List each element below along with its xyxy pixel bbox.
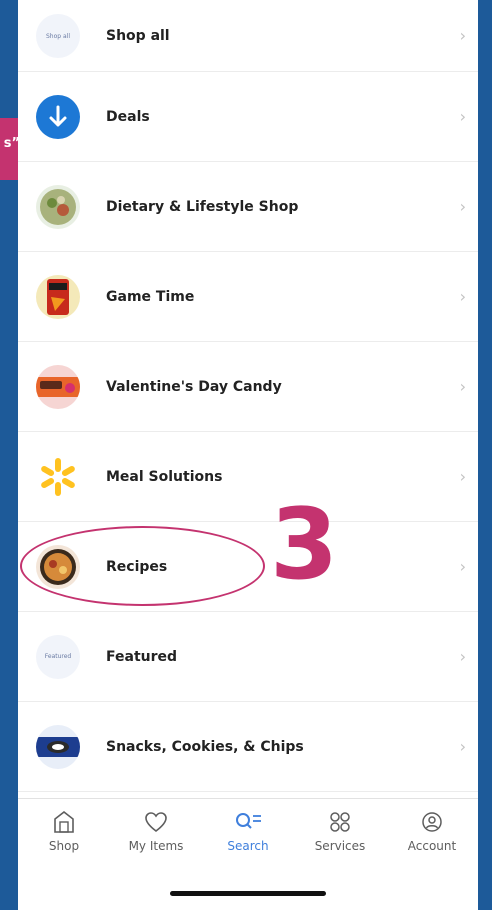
chevron-right-icon: ›	[459, 737, 466, 756]
list-item-dietary[interactable]: Dietary & Lifestyle Shop ›	[18, 162, 478, 252]
list-item-meal-solutions[interactable]: Meal Solutions ›	[18, 432, 478, 522]
tab-label: My Items	[128, 839, 184, 853]
chips-bag-icon	[36, 274, 80, 319]
salad-bowl-icon	[36, 184, 80, 229]
bottom-tab-bar: Shop My Items Search Services Account	[18, 798, 478, 910]
services-icon	[294, 807, 386, 837]
chevron-right-icon: ›	[459, 467, 466, 486]
list-item-label: Snacks, Cookies, & Chips	[106, 738, 304, 755]
tab-label: Shop	[48, 839, 80, 853]
tab-label: Account	[407, 839, 457, 853]
candy-package-icon	[36, 364, 80, 409]
down-arrow-icon	[36, 94, 80, 139]
chevron-right-icon: ›	[459, 197, 466, 216]
list-item-label: Dietary & Lifestyle Shop	[106, 198, 299, 215]
tab-search[interactable]: Search	[202, 807, 294, 853]
chevron-right-icon: ›	[459, 557, 466, 576]
tab-label: Services	[314, 839, 366, 853]
shop-all-icon: Shop all	[36, 14, 80, 58]
chevron-right-icon: ›	[459, 647, 466, 666]
tab-my-items[interactable]: My Items	[110, 807, 202, 853]
walmart-spark-icon	[36, 454, 80, 499]
list-item-snacks[interactable]: Snacks, Cookies, & Chips ›	[18, 702, 478, 792]
phone-screen: Shop all Shop all › Deals › Dietary & Li…	[18, 0, 478, 910]
tab-label: Search	[227, 839, 269, 853]
shop-all-thumb-text: Shop all	[45, 32, 70, 40]
account-icon	[386, 807, 478, 837]
list-item-label: Deals	[106, 108, 150, 125]
chevron-right-icon: ›	[459, 377, 466, 396]
list-item-label: Shop all	[106, 27, 170, 44]
chevron-right-icon: ›	[459, 26, 466, 45]
shop-icon	[18, 807, 110, 837]
tab-services[interactable]: Services	[294, 807, 386, 853]
tab-account[interactable]: Account	[386, 807, 478, 853]
list-item-featured[interactable]: Featured Featured ›	[18, 612, 478, 702]
search-icon	[202, 807, 294, 837]
featured-thumb-text: Featured	[44, 653, 72, 660]
featured-icon: Featured	[36, 634, 80, 679]
list-item-shop-all[interactable]: Shop all Shop all ›	[18, 0, 478, 72]
list-item-valentines[interactable]: Valentine's Day Candy ›	[18, 342, 478, 432]
list-item-label: Meal Solutions	[106, 468, 223, 485]
list-item-deals[interactable]: Deals ›	[18, 72, 478, 162]
cookie-package-icon	[36, 724, 80, 769]
home-indicator	[170, 891, 326, 896]
tab-shop[interactable]: Shop	[18, 807, 110, 853]
list-item-label: Featured	[106, 648, 178, 665]
list-item-label: Valentine's Day Candy	[106, 378, 282, 395]
chevron-right-icon: ›	[459, 287, 466, 306]
annotation-step-number: 3	[270, 488, 339, 602]
list-item-label: Game Time	[106, 288, 195, 305]
heart-icon	[110, 807, 202, 837]
chevron-right-icon: ›	[459, 107, 466, 126]
list-item-game-time[interactable]: Game Time ›	[18, 252, 478, 342]
category-list: Shop all Shop all › Deals › Dietary & Li…	[18, 0, 478, 792]
annotation-ellipse	[20, 526, 265, 606]
